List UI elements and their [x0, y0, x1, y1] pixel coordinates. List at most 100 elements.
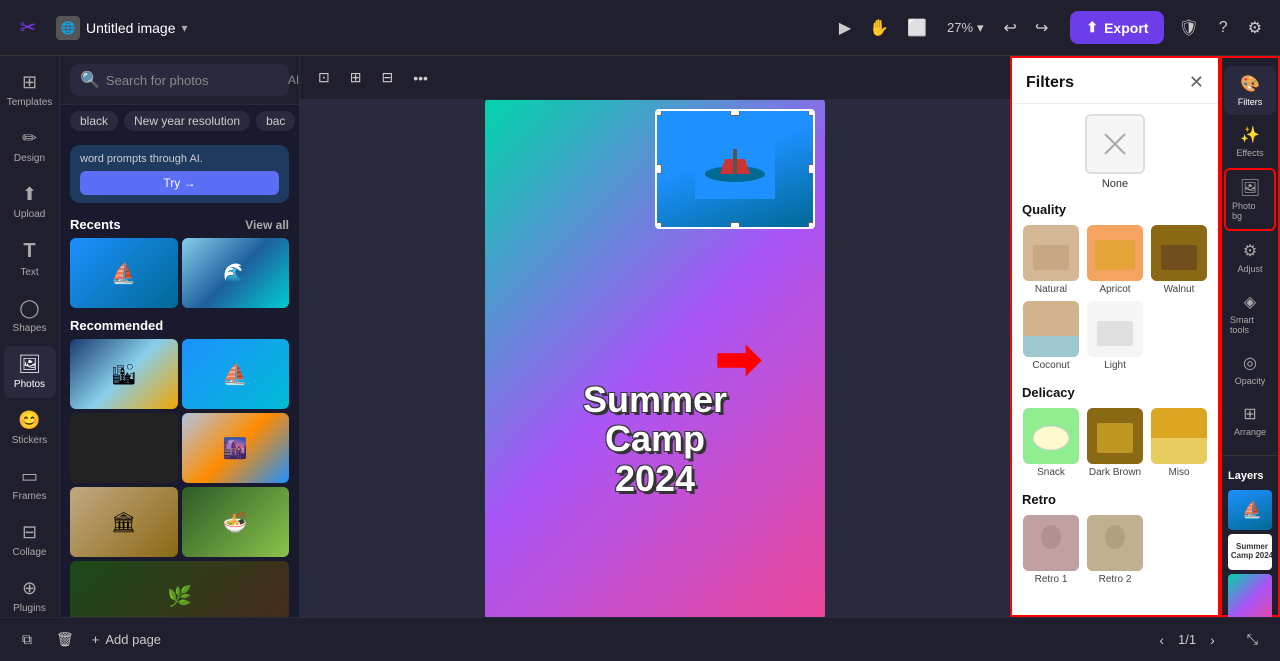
frame-tool-button[interactable]: ⬜ — [901, 12, 933, 44]
resize-handle-mr[interactable] — [808, 164, 815, 174]
right-tool-effects[interactable]: ✨ Effects — [1224, 117, 1276, 166]
title-chevron[interactable]: ▾ — [182, 21, 188, 35]
rec-photo-2[interactable]: ⛵ — [182, 339, 290, 409]
layer-thumb-boat[interactable]: ⛵ — [1228, 490, 1272, 530]
recent-photo-1[interactable]: ⛵ — [70, 238, 178, 308]
filter-retro1-label: Retro 1 — [1035, 574, 1068, 585]
filter-natural[interactable]: Natural — [1022, 225, 1080, 295]
filter-apricot[interactable]: Apricot — [1086, 225, 1144, 295]
play-tool-button[interactable]: ▶ — [833, 12, 857, 44]
duplicate-page-button[interactable]: ⧉ — [16, 625, 38, 654]
search-box[interactable]: 🔍 AI ⊟ — [70, 64, 289, 96]
filters-tool-label: Filters — [1238, 97, 1263, 107]
recent-photo-2[interactable]: 🌊 — [182, 238, 290, 308]
undo-button[interactable]: ↩ — [998, 12, 1023, 44]
sidebar-item-frames[interactable]: ▭ Frames — [4, 458, 56, 510]
redo-button[interactable]: ↪ — [1029, 12, 1054, 44]
main-layout: ⊞ Templates ✏ Design ⬆ Upload T Text ◯ S… — [0, 56, 1280, 617]
sidebar-label-upload: Upload — [14, 209, 46, 220]
resize-handle-tl[interactable] — [655, 109, 662, 116]
next-page-button[interactable]: › — [1204, 626, 1221, 654]
resize-handle-br[interactable] — [808, 222, 815, 229]
tag-new-year[interactable]: New year resolution — [124, 111, 250, 131]
right-tool-photobg[interactable]: 🖼 Photo bg — [1224, 168, 1276, 231]
filter-none-item[interactable]: None — [1022, 114, 1208, 190]
resize-handle-bm[interactable] — [730, 222, 740, 229]
right-tool-filters[interactable]: 🎨 Filters — [1224, 66, 1276, 115]
canvas-summer-camp-text[interactable]: Summer Camp 2024 — [555, 380, 755, 499]
replace-tool-button[interactable]: ⊞ — [344, 63, 368, 92]
search-input[interactable] — [106, 73, 282, 88]
view-all-button[interactable]: View all — [245, 218, 289, 232]
retro-filter-grid: Retro 1 Retro 2 — [1022, 515, 1208, 585]
filter-walnut[interactable]: Walnut — [1150, 225, 1208, 295]
filter-apricot-label: Apricot — [1099, 284, 1130, 295]
filters-close-button[interactable]: ✕ — [1189, 72, 1204, 93]
filters-header: Filters ✕ — [1012, 58, 1218, 104]
resize-handle-tm[interactable] — [730, 109, 740, 116]
right-tool-opacity[interactable]: ◎ Opacity — [1224, 345, 1276, 394]
rec-photo-4[interactable]: 🌆 — [182, 413, 290, 483]
sidebar-item-stickers[interactable]: 😊 Stickers — [4, 402, 56, 454]
resize-handle-ml[interactable] — [655, 164, 662, 174]
sidebar-item-design[interactable]: ✏ Design — [4, 120, 56, 172]
prev-page-button[interactable]: ‹ — [1153, 626, 1170, 654]
rec-photo-1[interactable]: 🏙 — [70, 339, 178, 409]
layer-thumb-gradient[interactable] — [1228, 574, 1272, 617]
more-options-button[interactable]: ••• — [407, 64, 434, 92]
filter-light-thumb — [1087, 301, 1143, 357]
filter-miso[interactable]: Miso — [1150, 408, 1208, 478]
filter-coconut[interactable]: Coconut — [1022, 301, 1080, 371]
shield-icon-button[interactable]: 🛡 — [1172, 12, 1204, 44]
collage-icon: ⊟ — [22, 522, 37, 543]
delete-page-button[interactable]: 🗑 — [50, 625, 80, 654]
filter-dark-brown[interactable]: Dark Brown — [1086, 408, 1144, 478]
design-icon: ✏ — [22, 128, 37, 149]
add-page-button[interactable]: + Add page — [92, 632, 161, 647]
sidebar-item-photos[interactable]: 🖼 Photos — [4, 346, 56, 398]
right-tool-adjust[interactable]: ⚙ Adjust — [1224, 233, 1276, 282]
tag-bac[interactable]: bac — [256, 111, 295, 131]
rec-photo-5[interactable]: 🏛 — [70, 487, 178, 557]
crop-tool-button[interactable]: ⊡ — [312, 63, 336, 92]
canvas-boat-image[interactable] — [655, 109, 815, 229]
layer-thumb-text[interactable]: Summer Camp 2024 — [1228, 534, 1272, 570]
settings-button[interactable]: ⚙ — [1242, 12, 1268, 44]
flip-tool-button[interactable]: ⊟ — [375, 63, 399, 92]
ai-try-button[interactable]: Try → — [80, 171, 279, 195]
resize-handle-bl[interactable] — [655, 222, 662, 229]
sidebar-item-upload[interactable]: ⬆ Upload — [4, 176, 56, 228]
canvas-area: ⊡ ⊞ ⊟ ••• Page 1 — [300, 56, 1010, 617]
sidebar-label-design: Design — [14, 153, 45, 164]
resize-handle-tr[interactable] — [808, 109, 815, 116]
effects-tool-icon: ✨ — [1240, 125, 1260, 145]
filter-snack[interactable]: Snack — [1022, 408, 1080, 478]
upload-icon: ⬆ — [22, 184, 37, 205]
help-button[interactable]: ? — [1213, 13, 1234, 43]
tag-black[interactable]: black — [70, 111, 118, 131]
sidebar-item-text[interactable]: T Text — [4, 232, 56, 286]
filter-darkbrown-label: Dark Brown — [1089, 467, 1141, 478]
page-count: 1/1 — [1178, 632, 1196, 647]
filter-retro1[interactable]: Retro 1 — [1022, 515, 1080, 585]
zoom-control[interactable]: 27%▾ — [939, 16, 992, 40]
right-tool-arrange[interactable]: ⊞ Arrange — [1224, 396, 1276, 445]
export-button[interactable]: ⬆ Export — [1070, 11, 1164, 44]
rec-photo-6[interactable]: 🍜 — [182, 487, 290, 557]
filter-retro2[interactable]: Retro 2 — [1086, 515, 1144, 585]
sidebar-item-collage[interactable]: ⊟ Collage — [4, 514, 56, 566]
filters-scroll-area[interactable]: None Quality Natural — [1012, 104, 1218, 615]
photobg-tool-label: Photo bg — [1232, 201, 1268, 221]
rec-photo-7[interactable]: 🌿 — [70, 561, 289, 617]
rec-photo-3[interactable] — [70, 413, 178, 483]
sidebar-item-plugins[interactable]: ⊕ Plugins — [4, 570, 56, 617]
filter-light[interactable]: Light — [1086, 301, 1144, 371]
sidebar-item-shapes[interactable]: ◯ Shapes — [4, 290, 56, 342]
filter-coconut-thumb — [1023, 301, 1079, 357]
panel-scroll[interactable]: Recents View all ⛵ 🌊 Recommended — [60, 211, 299, 617]
canvas-viewport[interactable]: Page 1 — [300, 100, 1010, 617]
right-tool-smart[interactable]: ◈ Smart tools — [1224, 284, 1276, 343]
fullscreen-button[interactable]: ⤡ — [1241, 625, 1264, 654]
sidebar-item-templates[interactable]: ⊞ Templates — [4, 64, 56, 116]
hand-tool-button[interactable]: ✋ — [863, 12, 895, 44]
